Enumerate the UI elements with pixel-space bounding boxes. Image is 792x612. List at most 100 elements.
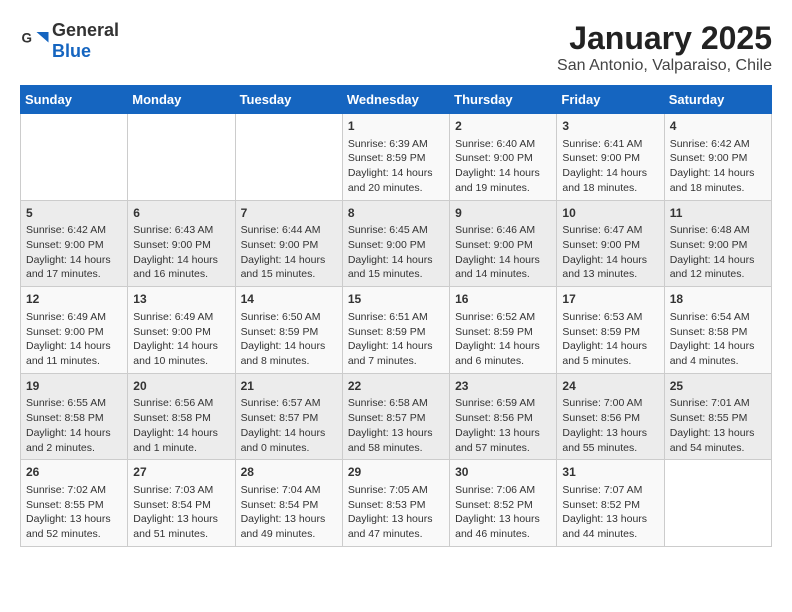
calendar-cell: 24Sunrise: 7:00 AMSunset: 8:56 PMDayligh…	[557, 373, 664, 460]
title-block: January 2025 San Antonio, Valparaiso, Ch…	[557, 20, 772, 75]
svg-text:G: G	[22, 31, 33, 46]
day-info-line: and 16 minutes.	[133, 267, 229, 282]
day-info-line: Sunset: 8:59 PM	[241, 325, 337, 340]
day-info-line: Daylight: 13 hours	[348, 512, 444, 527]
day-info-line: Sunset: 9:00 PM	[455, 151, 551, 166]
day-info-line: Daylight: 13 hours	[670, 426, 766, 441]
day-info-line: Daylight: 14 hours	[26, 426, 122, 441]
calendar-cell	[235, 114, 342, 201]
day-info-line: Daylight: 14 hours	[562, 339, 658, 354]
day-number: 25	[670, 378, 766, 395]
day-number: 16	[455, 291, 551, 308]
day-info-line: and 5 minutes.	[562, 354, 658, 369]
day-info-line: Sunset: 8:56 PM	[562, 411, 658, 426]
day-info-line: Sunrise: 7:07 AM	[562, 483, 658, 498]
day-number: 15	[348, 291, 444, 308]
day-number: 9	[455, 205, 551, 222]
day-number: 20	[133, 378, 229, 395]
day-number: 28	[241, 464, 337, 481]
day-info-line: Sunset: 8:56 PM	[455, 411, 551, 426]
day-info-line: Sunset: 9:00 PM	[133, 325, 229, 340]
calendar-cell: 12Sunrise: 6:49 AMSunset: 9:00 PMDayligh…	[21, 287, 128, 374]
day-info-line: Sunrise: 7:03 AM	[133, 483, 229, 498]
day-info-line: Sunrise: 6:39 AM	[348, 137, 444, 152]
day-info-line: Sunset: 9:00 PM	[670, 151, 766, 166]
day-info-line: and 8 minutes.	[241, 354, 337, 369]
day-info-line: Sunset: 9:00 PM	[241, 238, 337, 253]
day-info-line: Daylight: 13 hours	[562, 512, 658, 527]
calendar-week-row: 26Sunrise: 7:02 AMSunset: 8:55 PMDayligh…	[21, 460, 772, 547]
day-number: 1	[348, 118, 444, 135]
logo-general-text: General	[52, 20, 119, 40]
day-info-line: Daylight: 14 hours	[241, 253, 337, 268]
day-info-line: Sunset: 8:55 PM	[670, 411, 766, 426]
weekday-header-friday: Friday	[557, 86, 664, 114]
day-info-line: Sunrise: 7:01 AM	[670, 396, 766, 411]
calendar-week-row: 19Sunrise: 6:55 AMSunset: 8:58 PMDayligh…	[21, 373, 772, 460]
day-info-line: Sunset: 8:55 PM	[26, 498, 122, 513]
day-number: 17	[562, 291, 658, 308]
day-info-line: and 57 minutes.	[455, 441, 551, 456]
calendar-cell: 26Sunrise: 7:02 AMSunset: 8:55 PMDayligh…	[21, 460, 128, 547]
day-info-line: Sunrise: 6:54 AM	[670, 310, 766, 325]
day-info-line: Sunrise: 6:55 AM	[26, 396, 122, 411]
calendar-cell: 2Sunrise: 6:40 AMSunset: 9:00 PMDaylight…	[450, 114, 557, 201]
day-info-line: Daylight: 14 hours	[455, 253, 551, 268]
page-header: G General Blue January 2025 San Antonio,…	[20, 20, 772, 75]
day-info-line: and 19 minutes.	[455, 181, 551, 196]
day-info-line: Sunrise: 7:04 AM	[241, 483, 337, 498]
day-info-line: Sunrise: 6:59 AM	[455, 396, 551, 411]
calendar-cell: 8Sunrise: 6:45 AMSunset: 9:00 PMDaylight…	[342, 200, 449, 287]
day-info-line: Sunset: 8:58 PM	[670, 325, 766, 340]
calendar-cell: 10Sunrise: 6:47 AMSunset: 9:00 PMDayligh…	[557, 200, 664, 287]
day-info-line: Daylight: 13 hours	[26, 512, 122, 527]
day-info-line: Sunrise: 6:41 AM	[562, 137, 658, 152]
weekday-header-monday: Monday	[128, 86, 235, 114]
calendar-cell: 1Sunrise: 6:39 AMSunset: 8:59 PMDaylight…	[342, 114, 449, 201]
calendar-week-row: 12Sunrise: 6:49 AMSunset: 9:00 PMDayligh…	[21, 287, 772, 374]
day-info-line: Sunset: 8:52 PM	[562, 498, 658, 513]
day-info-line: and 54 minutes.	[670, 441, 766, 456]
day-info-line: Sunrise: 6:52 AM	[455, 310, 551, 325]
day-info-line: and 49 minutes.	[241, 527, 337, 542]
weekday-header-sunday: Sunday	[21, 86, 128, 114]
calendar-cell	[664, 460, 771, 547]
day-info-line: Daylight: 14 hours	[241, 339, 337, 354]
day-info-line: and 15 minutes.	[348, 267, 444, 282]
day-number: 18	[670, 291, 766, 308]
day-number: 29	[348, 464, 444, 481]
day-info-line: and 17 minutes.	[26, 267, 122, 282]
day-info-line: Sunset: 9:00 PM	[26, 325, 122, 340]
day-info-line: Daylight: 14 hours	[348, 339, 444, 354]
day-info-line: Sunset: 9:00 PM	[562, 151, 658, 166]
day-info-line: Sunrise: 7:05 AM	[348, 483, 444, 498]
day-number: 19	[26, 378, 122, 395]
calendar-table: SundayMondayTuesdayWednesdayThursdayFrid…	[20, 85, 772, 547]
logo-icon: G	[20, 26, 50, 56]
day-number: 23	[455, 378, 551, 395]
calendar-cell: 3Sunrise: 6:41 AMSunset: 9:00 PMDaylight…	[557, 114, 664, 201]
calendar-cell: 9Sunrise: 6:46 AMSunset: 9:00 PMDaylight…	[450, 200, 557, 287]
day-info-line: and 47 minutes.	[348, 527, 444, 542]
day-info-line: and 10 minutes.	[133, 354, 229, 369]
day-info-line: Sunrise: 6:42 AM	[26, 223, 122, 238]
day-info-line: and 2 minutes.	[26, 441, 122, 456]
calendar-cell: 29Sunrise: 7:05 AMSunset: 8:53 PMDayligh…	[342, 460, 449, 547]
day-info-line: Sunrise: 6:51 AM	[348, 310, 444, 325]
day-info-line: Sunset: 8:59 PM	[455, 325, 551, 340]
calendar-cell: 28Sunrise: 7:04 AMSunset: 8:54 PMDayligh…	[235, 460, 342, 547]
day-number: 8	[348, 205, 444, 222]
day-number: 12	[26, 291, 122, 308]
day-info-line: Daylight: 14 hours	[133, 253, 229, 268]
day-number: 13	[133, 291, 229, 308]
day-info-line: and 7 minutes.	[348, 354, 444, 369]
day-number: 10	[562, 205, 658, 222]
day-number: 7	[241, 205, 337, 222]
day-info-line: Daylight: 14 hours	[133, 339, 229, 354]
day-info-line: Daylight: 13 hours	[455, 512, 551, 527]
day-info-line: and 46 minutes.	[455, 527, 551, 542]
day-info-line: and 11 minutes.	[26, 354, 122, 369]
day-info-line: Daylight: 13 hours	[562, 426, 658, 441]
day-info-line: and 13 minutes.	[562, 267, 658, 282]
calendar-cell: 6Sunrise: 6:43 AMSunset: 9:00 PMDaylight…	[128, 200, 235, 287]
